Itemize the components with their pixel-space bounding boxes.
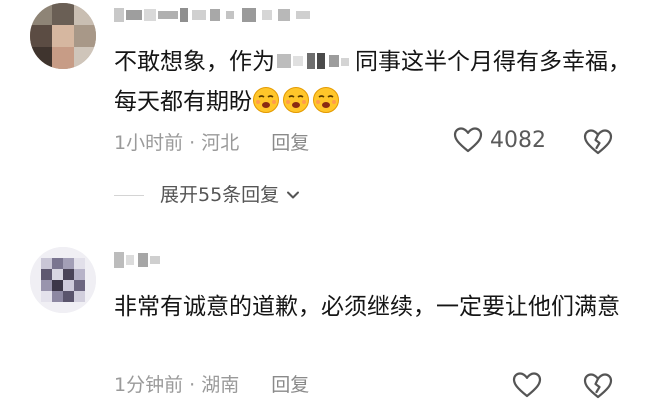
reply-button[interactable]: 回复 [271, 374, 309, 396]
expand-replies-label: 展开55条回复 [160, 184, 280, 206]
dislike-button[interactable] [583, 128, 613, 160]
wink-emoji [252, 86, 280, 114]
redacted-name [277, 50, 353, 72]
comment-item: 非常有诚意的道歉，必须继续，一定要让他们满意 1分钟前 · 湖南 回复 [0, 235, 661, 402]
like-button[interactable]: 4082 [453, 126, 546, 154]
comment-item: 不敢想象，作为 同事这半个月得有多幸福，每天都有期盼 1小时前 · 河北 回复 4… [0, 0, 661, 235]
comment-text: 不敢想象，作为 同事这半个月得有多幸福，每天都有期盼 [114, 49, 631, 115]
username-redacted[interactable] [114, 249, 164, 271]
comment-meta: 1小时前 · 河北 回复 [114, 128, 309, 158]
expand-replies-button[interactable]: 展开55条回复 [114, 180, 301, 210]
dislike-button[interactable] [583, 372, 613, 404]
comment-location: 湖南 [201, 374, 240, 396]
wink-emoji [312, 86, 340, 114]
like-button[interactable] [512, 371, 542, 399]
divider [114, 194, 144, 196]
chevron-down-icon [285, 187, 301, 203]
meta-separator: · [189, 374, 196, 396]
comment-location: 河北 [201, 132, 240, 154]
comment-time: 1小时前 [114, 132, 184, 154]
comment-time: 1分钟前 [114, 374, 184, 396]
comment-meta: 1分钟前 · 湖南 回复 [114, 370, 309, 400]
reply-button[interactable]: 回复 [271, 132, 309, 154]
username-redacted[interactable] [114, 4, 314, 26]
heart-icon[interactable] [512, 371, 542, 399]
meta-separator: · [189, 132, 196, 154]
broken-heart-icon[interactable] [583, 128, 613, 156]
comment-text: 非常有诚意的道歉，必须继续，一定要让他们满意 [114, 294, 620, 320]
like-count: 4082 [490, 127, 546, 153]
avatar[interactable] [30, 3, 96, 69]
wink-emoji [282, 86, 310, 114]
avatar[interactable] [30, 247, 96, 313]
heart-icon[interactable] [453, 126, 483, 154]
broken-heart-icon[interactable] [583, 372, 613, 400]
